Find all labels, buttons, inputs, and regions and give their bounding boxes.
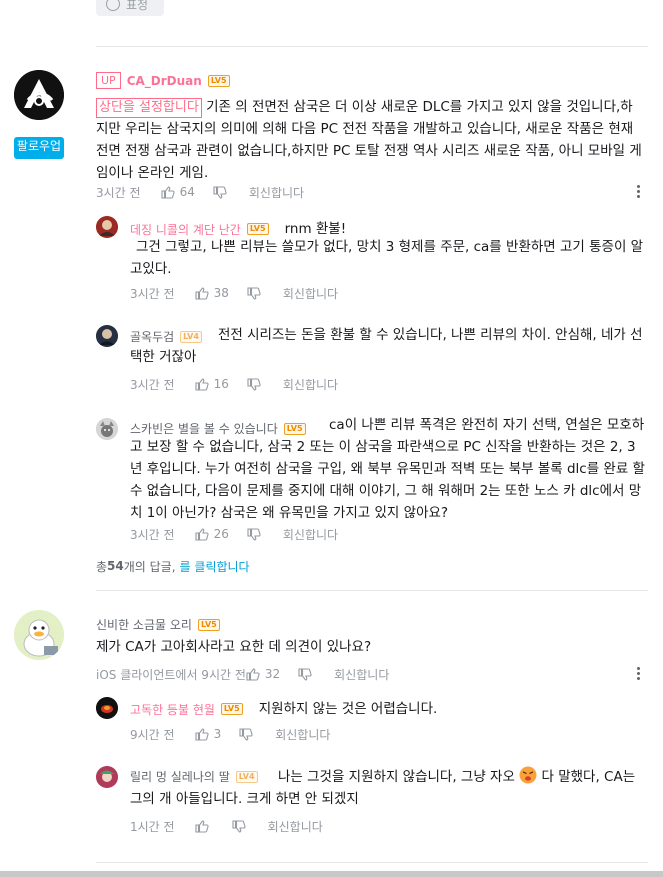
horizontal-scrollbar[interactable] [0,871,663,877]
avatar[interactable] [96,325,118,347]
reply-count: 54 [107,559,124,573]
avatar[interactable] [96,697,118,719]
thumbs-up-icon[interactable] [195,819,209,833]
reply-meta: 3시간 전 26 회신합니다 [130,526,338,542]
timestamp: 3시간 전 [130,527,175,542]
reply-button[interactable]: 회신합니다 [334,666,389,683]
avatar[interactable] [96,216,118,238]
comment-header: 신비한 소금물 오리 LV5 [96,616,220,633]
comment-text: 제가 CA가 고아회사라고 요한 데 의견이 있나요? [96,639,372,655]
reply-button[interactable]: 회신합니다 [283,285,338,302]
like-count: 16 [213,377,229,391]
reply-meta: 3시간 전 16 회신합니다 [130,376,338,392]
timestamp: 3시간 전 [130,377,175,392]
follow-button[interactable]: 팔로우업 [14,137,64,159]
level-badge: LV5 [207,74,230,87]
ca-logo-icon [14,70,64,120]
username[interactable]: 신비한 소금물 오리 [96,616,192,633]
timestamp: 9시간 전 [130,727,175,742]
thumbs-up-icon[interactable] [195,286,209,300]
duck-icon [14,610,64,660]
timestamp: 3시간 전 [130,286,175,301]
angry-emoji-icon [519,766,537,784]
reply-text: 전전 시리즈는 돈을 환불 할 수 있습니다, 나쁜 리뷰의 차이. 안심해, … [130,327,643,365]
more-icon[interactable] [637,667,641,680]
reply-text: 지원하지 않는 것은 어렵습니다. [258,701,438,717]
reply-button[interactable]: 회신합니다 [268,818,323,835]
avatar[interactable] [14,70,64,120]
like-count: 3 [213,727,222,741]
thumbs-down-icon[interactable] [298,667,312,681]
reply-button[interactable]: 회신합니다 [249,184,304,201]
divider [96,590,648,591]
avatar[interactable] [96,418,118,440]
reply-text-continued: 그건 그렇고, 나쁜 리뷰는 쓸모가 없다, 망치 3 형제를 주문, ca를 … [130,239,644,277]
divider [96,46,648,47]
comment-header: UP CA_DrDuan LV5 [96,72,230,89]
thumbs-up-icon[interactable] [195,377,209,391]
emoji-label: 표정 [126,0,149,12]
more-replies: 총 54 개의 답글, 를 클릭합니다 [96,558,250,575]
level-badge: LV5 [197,618,220,631]
username[interactable]: CA_DrDuan [127,74,202,88]
username[interactable]: 데징 니콜의 계단 난간 [130,221,241,238]
reply-button[interactable]: 회신합니다 [275,726,330,743]
reply-meta: 3시간 전 38 회신합니다 [130,285,338,301]
emoji-button[interactable]: 표정 [96,0,164,16]
thumbs-up-icon[interactable] [195,727,209,741]
thumbs-up-icon[interactable] [246,667,260,681]
thumbs-up-icon[interactable] [161,185,175,199]
smile-icon [106,0,120,11]
reply-button[interactable]: 회신합니다 [283,376,338,393]
reply-text: ca이 나쁜 리뷰 폭격은 완전히 자기 선택, 연설은 모호하고 보장 할 수… [130,417,645,521]
reply-meta: 1시간 전 회신합니다 [130,818,323,834]
like-count: 38 [213,286,229,300]
thumbs-down-icon[interactable] [239,727,253,741]
comment-meta: 3시간 전 64 회신합니다 [96,184,646,200]
thumbs-up-icon[interactable] [195,527,209,541]
timestamp: 3시간 전 [96,185,141,200]
thumbs-down-icon[interactable] [213,185,227,199]
reply-meta: 9시간 전 3 회신합니다 [130,726,330,742]
avatar[interactable] [96,766,118,788]
like-count: 32 [264,667,281,681]
thumbs-down-icon[interactable] [232,819,246,833]
comment-meta: iOS 클라이언트에서 9시간 전 32 회신합니다 [96,666,389,682]
like-count: 64 [179,185,195,199]
timestamp: iOS 클라이언트에서 9시간 전 [96,667,246,682]
timestamp: 1시간 전 [130,819,175,834]
thumbs-down-icon[interactable] [247,286,261,300]
reply-button[interactable]: 회신합니다 [283,526,338,543]
more-icon[interactable] [637,185,641,198]
level-badge: LV5 [246,223,269,235]
reply-header: 고독한 등불 현월 LV5 지원하지 않는 것은 어렵습니다. [130,698,437,720]
thumbs-down-icon[interactable] [247,377,261,391]
divider [96,862,648,863]
up-badge: UP [96,72,121,89]
avatar[interactable] [14,610,64,660]
thumbs-down-icon[interactable] [247,527,261,541]
level-badge: LV5 [220,703,243,715]
view-replies-link[interactable]: 를 클릭합니다 [180,558,250,575]
like-count: 26 [213,527,229,541]
reply-text: 나는 그것을 지원하지 않습니다, 그냥 자오 다 말했다, CA는 그의 개 … [130,766,646,810]
comment-text: 상단을 설정합니다 기존 의 전면전 삼국은 더 이상 새로운 DLC를 가지고… [96,98,642,181]
username[interactable]: 고독한 등불 현월 [130,701,215,718]
pinned-badge: 상단을 설정합니다 [96,98,202,118]
